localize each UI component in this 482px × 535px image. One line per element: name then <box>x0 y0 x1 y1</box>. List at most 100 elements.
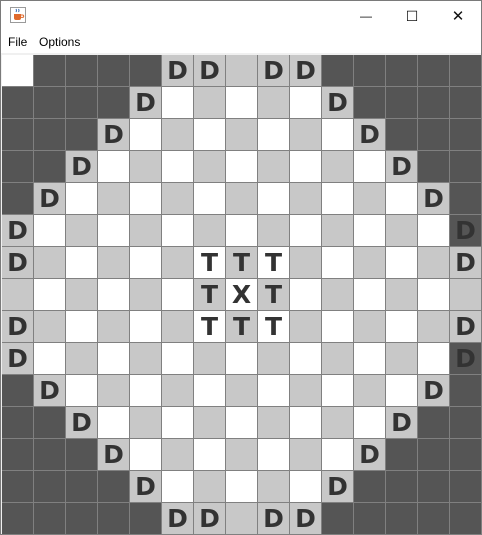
board-cell[interactable] <box>386 343 417 374</box>
board-cell[interactable] <box>194 343 225 374</box>
board-cell[interactable]: D <box>130 87 161 118</box>
board-cell[interactable]: D <box>2 247 33 278</box>
board-cell[interactable] <box>194 471 225 502</box>
board-cell[interactable] <box>130 375 161 406</box>
board-cell[interactable] <box>226 439 257 470</box>
board-cell[interactable]: D <box>450 215 481 246</box>
board-cell[interactable]: T <box>194 247 225 278</box>
board-cell[interactable] <box>354 343 385 374</box>
board-cell[interactable] <box>34 503 65 534</box>
board-cell[interactable] <box>322 503 353 534</box>
board-cell[interactable] <box>450 407 481 438</box>
board-cell[interactable] <box>354 151 385 182</box>
board-cell[interactable] <box>290 119 321 150</box>
board-cell[interactable] <box>34 343 65 374</box>
board-cell[interactable] <box>450 471 481 502</box>
board-cell[interactable] <box>354 311 385 342</box>
board-cell[interactable] <box>450 87 481 118</box>
board-cell[interactable] <box>2 87 33 118</box>
board-cell[interactable] <box>194 87 225 118</box>
board-cell[interactable] <box>194 215 225 246</box>
board-cell[interactable]: D <box>322 87 353 118</box>
board-cell[interactable] <box>354 279 385 310</box>
board-cell[interactable] <box>162 343 193 374</box>
board-cell[interactable] <box>258 87 289 118</box>
title-bar[interactable]: — ☐ ✕ <box>1 1 481 31</box>
board-cell[interactable] <box>418 151 449 182</box>
board-cell[interactable] <box>130 343 161 374</box>
board-cell[interactable] <box>194 183 225 214</box>
board-cell[interactable]: D <box>162 55 193 86</box>
board-cell[interactable] <box>322 215 353 246</box>
board-cell[interactable] <box>290 151 321 182</box>
board-cell[interactable]: D <box>2 55 33 86</box>
board-cell[interactable] <box>290 87 321 118</box>
board-cell[interactable] <box>418 279 449 310</box>
board-cell[interactable] <box>290 215 321 246</box>
board-cell[interactable] <box>290 471 321 502</box>
board-cell[interactable] <box>130 311 161 342</box>
board-cell[interactable] <box>34 247 65 278</box>
board-cell[interactable] <box>2 407 33 438</box>
board-cell[interactable]: T <box>258 311 289 342</box>
board-cell[interactable]: D <box>354 119 385 150</box>
board-cell[interactable] <box>450 503 481 534</box>
board-cell[interactable] <box>2 119 33 150</box>
board-cell[interactable]: T <box>194 279 225 310</box>
board-cell[interactable] <box>162 311 193 342</box>
board-cell[interactable] <box>226 87 257 118</box>
board-cell[interactable] <box>322 343 353 374</box>
board-cell[interactable] <box>2 471 33 502</box>
board-cell[interactable]: D <box>450 343 481 374</box>
board-cell[interactable] <box>162 247 193 278</box>
board-cell[interactable] <box>258 183 289 214</box>
board-cell[interactable]: D <box>98 439 129 470</box>
board-cell[interactable] <box>258 471 289 502</box>
board-cell[interactable] <box>162 119 193 150</box>
board-cell[interactable] <box>162 151 193 182</box>
board-cell[interactable] <box>98 471 129 502</box>
board-cell[interactable] <box>194 439 225 470</box>
board-cell[interactable] <box>98 375 129 406</box>
board-cell[interactable] <box>354 247 385 278</box>
board-cell[interactable] <box>34 279 65 310</box>
board-cell[interactable] <box>98 311 129 342</box>
board-cell[interactable] <box>162 215 193 246</box>
board-cell[interactable]: D <box>450 247 481 278</box>
close-button[interactable]: ✕ <box>435 1 481 31</box>
board-cell[interactable]: D <box>66 151 97 182</box>
maximize-button[interactable]: ☐ <box>389 1 435 31</box>
board-cell[interactable] <box>354 471 385 502</box>
board-cell[interactable] <box>290 183 321 214</box>
board-cell[interactable] <box>98 343 129 374</box>
board-cell[interactable] <box>258 375 289 406</box>
board-cell[interactable] <box>66 247 97 278</box>
board-cell[interactable] <box>354 183 385 214</box>
board-cell[interactable] <box>162 439 193 470</box>
board-cell[interactable] <box>322 55 353 86</box>
board-cell[interactable] <box>322 279 353 310</box>
board-cell[interactable] <box>194 375 225 406</box>
board-cell[interactable] <box>98 183 129 214</box>
board-cell[interactable]: D <box>2 215 33 246</box>
board-cell[interactable] <box>290 407 321 438</box>
board-cell[interactable] <box>98 503 129 534</box>
board-cell[interactable] <box>130 151 161 182</box>
board-cell[interactable] <box>354 407 385 438</box>
board-cell[interactable]: D <box>66 407 97 438</box>
board-cell[interactable] <box>34 215 65 246</box>
board-cell[interactable] <box>386 439 417 470</box>
board-cell[interactable] <box>194 407 225 438</box>
board-cell[interactable] <box>162 183 193 214</box>
board-cell[interactable]: D <box>162 503 193 534</box>
board-cell[interactable] <box>258 407 289 438</box>
board-cell[interactable] <box>322 311 353 342</box>
board-cell[interactable] <box>66 183 97 214</box>
board-cell[interactable]: D <box>34 375 65 406</box>
board-cell[interactable] <box>386 375 417 406</box>
board-cell[interactable] <box>66 311 97 342</box>
board-cell[interactable] <box>386 247 417 278</box>
board-cell[interactable] <box>386 183 417 214</box>
board-cell[interactable] <box>386 55 417 86</box>
board-cell[interactable]: D <box>258 503 289 534</box>
